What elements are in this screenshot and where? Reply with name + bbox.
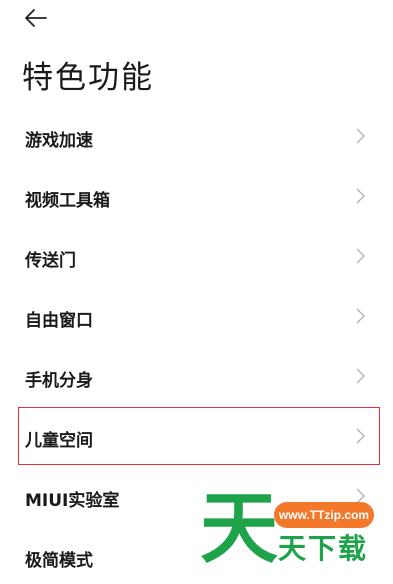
settings-page: 特色功能 游戏加速 视频工具箱 传送门 自由窗口 手机分身 儿童空间 MIUI实… xyxy=(0,0,393,584)
list-item-label: 儿童空间 xyxy=(25,431,93,451)
list-item-second-space[interactable]: 手机分身 xyxy=(0,347,393,407)
list-item-label: 手机分身 xyxy=(25,371,93,391)
list-item-label: 游戏加速 xyxy=(25,131,93,151)
feature-list: 游戏加速 视频工具箱 传送门 自由窗口 手机分身 儿童空间 MIUI实验室 极简… xyxy=(0,107,393,584)
chevron-right-icon xyxy=(355,368,365,384)
chevron-right-icon xyxy=(355,488,365,504)
list-item-game-turbo[interactable]: 游戏加速 xyxy=(0,107,393,167)
list-item-label: 视频工具箱 xyxy=(25,191,110,211)
list-item-kids-space[interactable]: 儿童空间 xyxy=(0,407,393,467)
list-item-miui-lab[interactable]: MIUI实验室 xyxy=(0,467,393,527)
list-item-label: 自由窗口 xyxy=(25,311,93,331)
back-button[interactable] xyxy=(24,6,52,30)
list-item-floating-window[interactable]: 自由窗口 xyxy=(0,287,393,347)
list-item-label: MIUI实验室 xyxy=(25,491,120,511)
chevron-right-icon xyxy=(355,248,365,264)
list-item-label: 传送门 xyxy=(25,251,76,271)
list-item-label: 极简模式 xyxy=(25,551,93,571)
page-title: 特色功能 xyxy=(22,60,154,96)
list-item-portal[interactable]: 传送门 xyxy=(0,227,393,287)
list-item-video-toolbox[interactable]: 视频工具箱 xyxy=(0,167,393,227)
chevron-right-icon xyxy=(355,128,365,144)
chevron-right-icon xyxy=(355,188,365,204)
chevron-right-icon xyxy=(355,428,365,444)
list-item-simple-mode[interactable]: 极简模式 xyxy=(0,527,393,584)
arrow-left-icon xyxy=(24,6,52,30)
chevron-right-icon xyxy=(355,308,365,324)
